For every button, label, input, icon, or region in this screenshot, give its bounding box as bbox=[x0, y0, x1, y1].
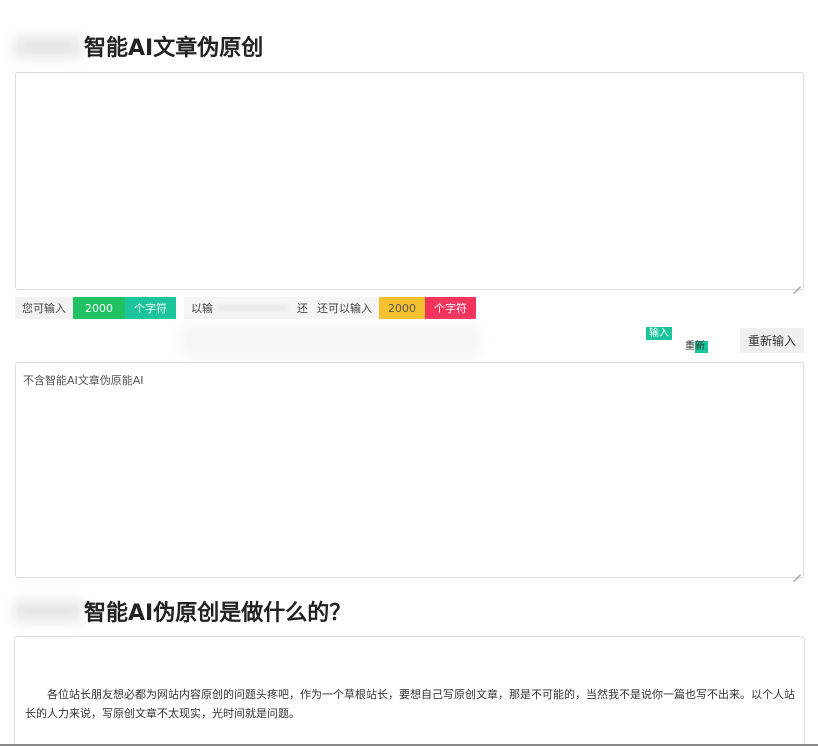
result-text-output[interactable]: 不含智能AI文章伪原能AI bbox=[15, 362, 804, 578]
submit-button[interactable]: 输入 重新 bbox=[646, 327, 732, 353]
max-count-badge: 2000 bbox=[73, 297, 125, 319]
output-placeholder: 不含智能AI文章伪原能AI bbox=[23, 374, 144, 387]
source-text-input[interactable] bbox=[15, 72, 804, 290]
blurred-logo bbox=[14, 600, 82, 622]
page-title: 智能AI文章伪原创 bbox=[84, 36, 264, 61]
source-textarea[interactable] bbox=[16, 73, 803, 289]
can-input-label: 您可输入 bbox=[15, 297, 73, 319]
blurred-logo bbox=[14, 36, 82, 58]
article-paragraph: 各位站长朋友想必都为网站内容原创的问题头疼吧，作为一个草根站长，要想自己写原创文… bbox=[25, 688, 795, 720]
remaining-mid-text: 还 bbox=[297, 302, 308, 315]
resize-handle-icon[interactable] bbox=[793, 279, 801, 287]
submit-bottom-label: 重新 bbox=[682, 341, 708, 353]
remaining-count-badge: 2000 bbox=[379, 297, 425, 319]
article-panel: 各位站长朋友想必都为网站内容原创的问题头疼吧，作为一个草根站长，要想自己写原创文… bbox=[14, 636, 805, 746]
remaining-label: 还可以输入 bbox=[310, 297, 379, 319]
blurred-area bbox=[180, 325, 480, 357]
entered-label-text: 以输 bbox=[191, 302, 213, 315]
chars-unit-badge: 个字符 bbox=[125, 297, 176, 319]
remaining-unit-badge: 个字符 bbox=[425, 297, 476, 319]
section-title: 智能AI伪原创是做什么的？ bbox=[84, 601, 352, 626]
submit-top-label: 输入 bbox=[646, 327, 672, 340]
resize-handle-icon[interactable] bbox=[793, 567, 801, 575]
blurred-count bbox=[216, 306, 286, 310]
entered-label: 以输 还 bbox=[184, 297, 310, 319]
reset-button[interactable]: 重新输入 bbox=[740, 328, 804, 353]
character-counter-bar: 您可输入 2000 个字符 以输 还 还可以输入 2000 个字符 bbox=[15, 297, 476, 319]
